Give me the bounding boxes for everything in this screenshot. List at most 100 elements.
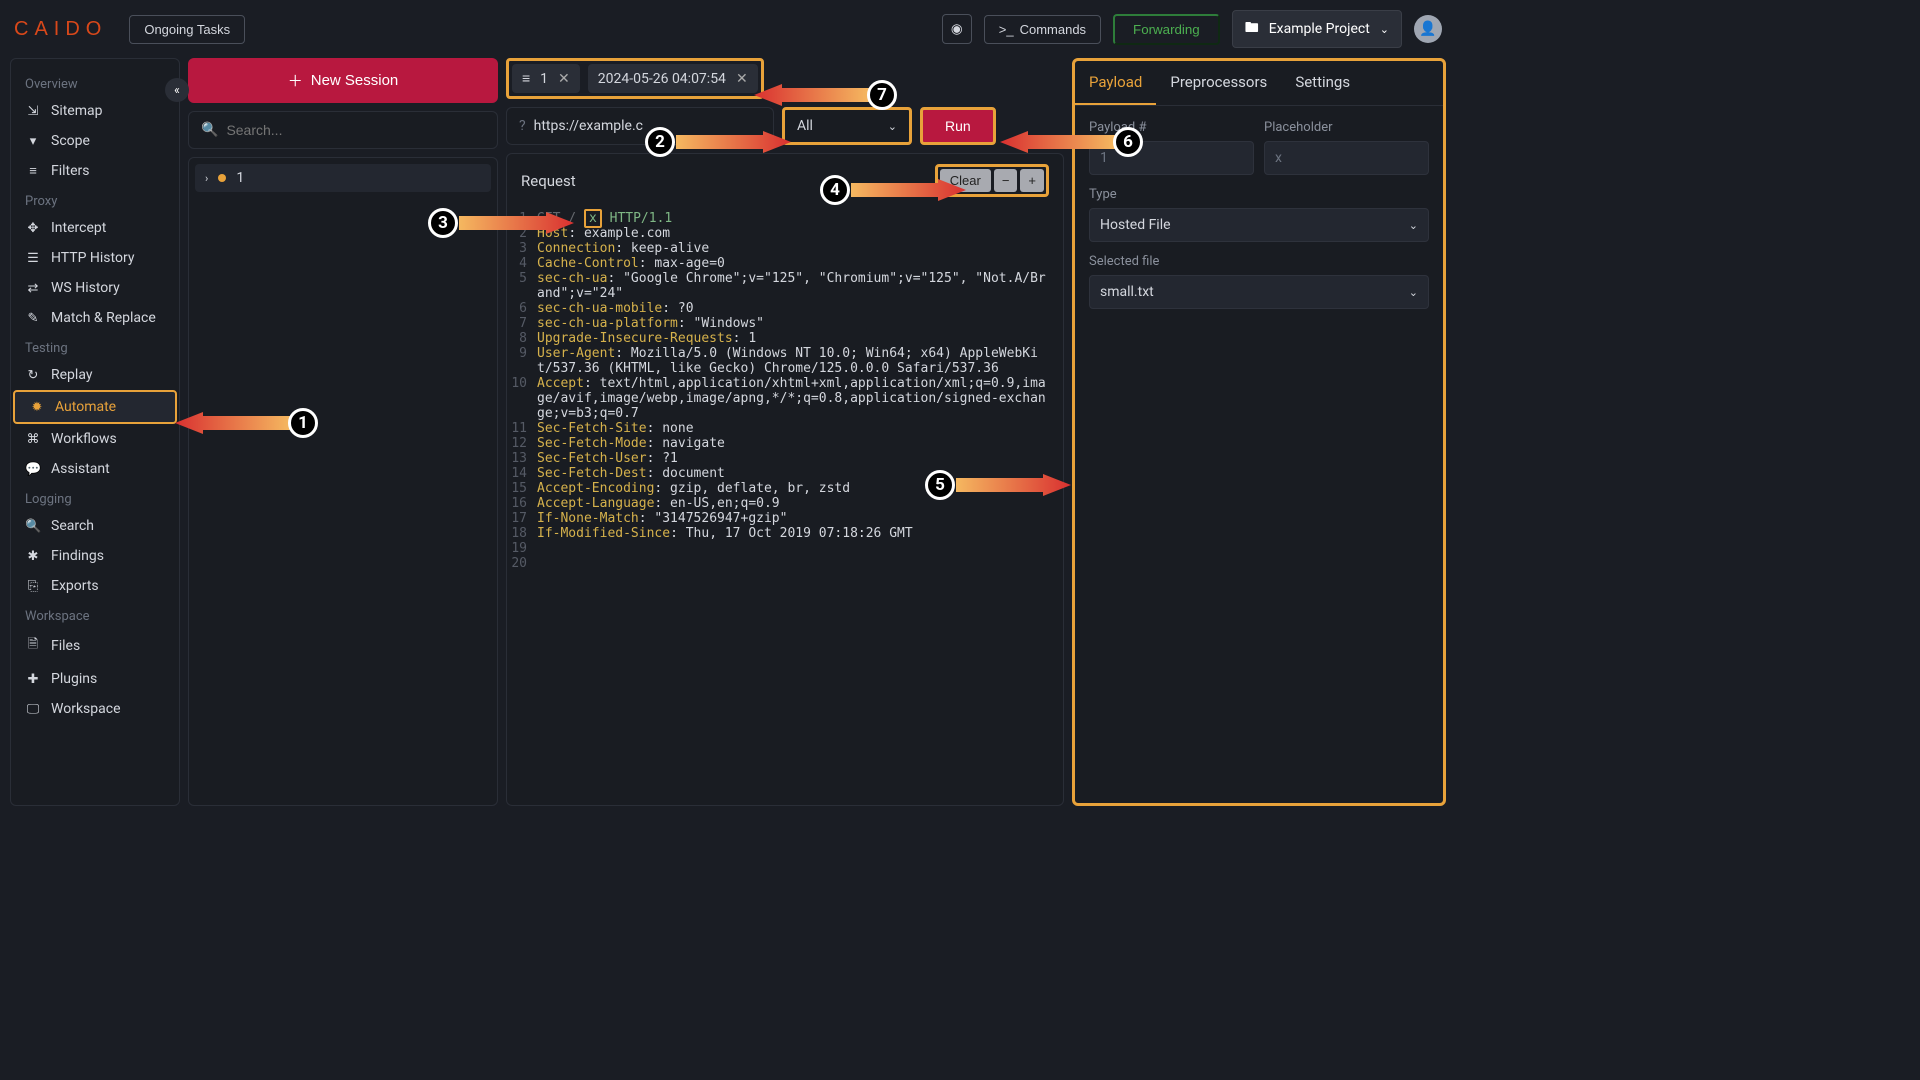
sidebar-item-plugins[interactable]: ✚Plugins <box>11 664 179 694</box>
center-column: ≡ 1 ✕ 2024-05-26 04:07:54 ✕ ? https://ex… <box>506 58 1064 806</box>
file-label: Selected file <box>1089 254 1429 269</box>
tab-payload[interactable]: Payload <box>1075 61 1156 105</box>
sidebar-label: HTTP History <box>51 250 134 266</box>
sidebar-collapse-toggle[interactable]: « <box>165 78 189 102</box>
url-value: https://example.c <box>534 118 643 134</box>
request-header: Request Clear − + <box>507 154 1063 207</box>
file-icon: 🗎 <box>25 635 41 657</box>
sliders-icon: ≡ <box>25 163 41 179</box>
sidebar-item-automate[interactable]: ✹ Automate <box>13 390 177 424</box>
sidebar-item-assistant[interactable]: 💬 Assistant <box>11 454 179 484</box>
sidebar-label: WS History <box>51 280 120 296</box>
filter-icon: ▾ <box>25 134 41 149</box>
payload-num-input[interactable]: 1 <box>1089 141 1254 175</box>
sidebar-label: Assistant <box>51 461 110 477</box>
right-panel: Payload Preprocessors Settings Payload #… <box>1072 58 1446 806</box>
sidebar: Overview ⇲Sitemap ▾Scope ≡Filters Proxy … <box>10 58 180 806</box>
help-icon: ? <box>519 118 526 134</box>
project-selector[interactable]: 🖿 Example Project ⌄ <box>1232 10 1402 48</box>
sidebar-section-proxy: Proxy <box>11 186 179 213</box>
search-input[interactable] <box>226 122 485 138</box>
sidebar-item-workspace[interactable]: 🖵Workspace <box>11 694 179 724</box>
chat-icon: 💬 <box>25 462 41 477</box>
filter-chip[interactable]: ≡ 1 ✕ <box>512 64 580 93</box>
file-select[interactable]: small.txt ⌄ <box>1089 275 1429 309</box>
session-tabs: ≡ 1 ✕ 2024-05-26 04:07:54 ✕ <box>506 58 764 99</box>
tab-preprocessors[interactable]: Preprocessors <box>1156 61 1281 105</box>
puzzle-icon: ✚ <box>25 672 41 687</box>
timestamp-tab[interactable]: 2024-05-26 04:07:54 ✕ <box>588 64 758 93</box>
status-dot-icon <box>218 174 226 182</box>
request-area: Request Clear − + 1GET / x HTTP/1.12Host… <box>506 153 1064 806</box>
sidebar-item-http-history[interactable]: ☰ HTTP History <box>11 243 179 273</box>
search-icon: 🔍 <box>25 519 41 534</box>
ongoing-tasks-button[interactable]: Ongoing Tasks <box>129 15 245 44</box>
close-icon[interactable]: ✕ <box>736 71 748 87</box>
sidebar-item-match-replace[interactable]: ✎Match & Replace <box>11 303 179 333</box>
sidebar-item-workflows[interactable]: ⌘ Workflows <box>11 424 179 454</box>
forwarding-button[interactable]: Forwarding <box>1113 14 1220 45</box>
sidebar-label: Replay <box>51 367 92 383</box>
list-icon: ☰ <box>25 251 41 266</box>
sidebar-item-files[interactable]: 🗎Files <box>11 628 179 664</box>
sidebar-section-logging: Logging <box>11 484 179 511</box>
target-icon: ✥ <box>25 221 41 236</box>
close-icon[interactable]: ✕ <box>558 71 570 87</box>
sidebar-item-scope[interactable]: ▾ Scope <box>11 126 179 156</box>
flow-icon: ⌘ <box>25 432 41 447</box>
url-input[interactable]: ? https://example.c <box>506 107 774 145</box>
sidebar-item-search[interactable]: 🔍Search <box>11 511 179 541</box>
commands-button[interactable]: >_ Commands <box>984 15 1101 44</box>
session-list: › 1 <box>188 157 498 806</box>
sidebar-label: Automate <box>55 399 116 415</box>
type-label: Type <box>1089 187 1429 202</box>
sidebar-label: Scope <box>51 133 90 149</box>
add-marker-button[interactable]: + <box>1020 169 1044 192</box>
strategy-select[interactable]: All ⌄ <box>782 107 912 145</box>
sidebar-item-replay[interactable]: ↻ Replay <box>11 360 179 390</box>
refresh-icon: ↻ <box>25 368 41 383</box>
remove-marker-button[interactable]: − <box>994 169 1018 192</box>
chip-icon: ✹ <box>29 400 45 415</box>
exchange-icon: ⇄ <box>25 281 41 296</box>
sidebar-item-findings[interactable]: ✱Findings <box>11 541 179 571</box>
run-button[interactable]: Run <box>920 107 996 145</box>
strategy-value: All <box>797 118 813 134</box>
type-select[interactable]: Hosted File ⌄ <box>1089 208 1429 242</box>
sitemap-icon: ⇲ <box>25 104 41 119</box>
chevron-down-icon: ⌄ <box>1409 219 1418 232</box>
search-box[interactable]: 🔍 <box>188 111 498 149</box>
tab-settings[interactable]: Settings <box>1281 61 1364 105</box>
shield-icon-button[interactable]: ◉ <box>942 14 972 44</box>
sidebar-section-testing: Testing <box>11 333 179 360</box>
plus-icon: ＋ <box>288 70 303 91</box>
right-panel-body: Payload # 1 Placeholder x Type Hosted Fi… <box>1075 106 1443 323</box>
commands-label: Commands <box>1020 22 1086 37</box>
sidebar-item-ws-history[interactable]: ⇄ WS History <box>11 273 179 303</box>
new-session-button[interactable]: ＋ New Session <box>188 58 498 103</box>
sidebar-label: Findings <box>51 548 104 564</box>
file-value: small.txt <box>1100 284 1154 300</box>
sidebar-label: Filters <box>51 163 90 179</box>
clear-button[interactable]: Clear <box>940 169 991 192</box>
sidebar-label: Workflows <box>51 431 117 447</box>
sidebar-item-sitemap[interactable]: ⇲ Sitemap <box>11 96 179 126</box>
user-avatar[interactable]: 👤 <box>1414 15 1442 43</box>
terminal-icon: >_ <box>999 22 1014 37</box>
sidebar-item-intercept[interactable]: ✥ Intercept <box>11 213 179 243</box>
sidebar-label: Sitemap <box>51 103 102 119</box>
url-row: ? https://example.c All ⌄ Run <box>506 107 1064 145</box>
type-value: Hosted File <box>1100 217 1171 233</box>
wrench-icon: ✎ <box>25 311 41 326</box>
topbar: CAIDO Ongoing Tasks ◉ >_ Commands Forwar… <box>0 0 1456 58</box>
placeholder-input[interactable]: x <box>1264 141 1429 175</box>
project-name: Example Project <box>1269 21 1370 37</box>
marker-controls: Clear − + <box>935 164 1049 197</box>
sidebar-section-overview: Overview <box>11 69 179 96</box>
shield-icon: ◉ <box>951 21 963 37</box>
sidebar-item-exports[interactable]: ⎘Exports <box>11 571 179 601</box>
sidebar-label: Intercept <box>51 220 106 236</box>
session-row[interactable]: › 1 <box>195 164 491 192</box>
request-editor[interactable]: 1GET / x HTTP/1.12Host: example.com3Conn… <box>507 207 1063 805</box>
sidebar-item-filters[interactable]: ≡ Filters <box>11 156 179 186</box>
